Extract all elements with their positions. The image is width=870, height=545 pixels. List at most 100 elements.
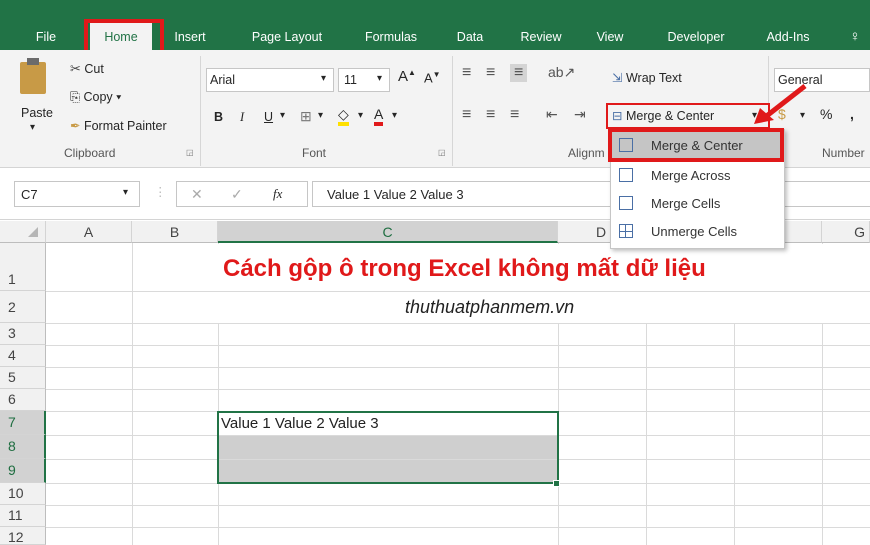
lightbulb-icon[interactable]: ♀ [845, 24, 865, 50]
select-all-corner[interactable] [0, 221, 46, 243]
tab-developer[interactable]: Developer [656, 24, 736, 50]
borders-dropdown-arrow[interactable]: ▾ [318, 110, 323, 121]
borders-icon[interactable]: ⊞ [300, 108, 312, 125]
spreadsheet-grid: A B C D G 1 2 3 4 5 6 7 8 9 10 11 12 Các… [0, 221, 870, 545]
align-right-icon[interactable]: ≡ [510, 106, 519, 124]
formula-bar-handle-icon: ⋮ [154, 185, 167, 199]
orientation-icon[interactable]: ab↗ [548, 64, 575, 81]
paste-icon[interactable] [20, 62, 46, 94]
column-header-c[interactable]: C [218, 221, 558, 243]
insert-function-icon[interactable]: fx [273, 186, 282, 202]
subtitle-cell[interactable]: thuthuatphanmem.vn [133, 292, 870, 323]
copy-label: Copy [83, 90, 113, 104]
format-painter-button[interactable]: ✒ Format Painter [70, 118, 167, 133]
font-color-dropdown-arrow[interactable]: ▾ [392, 110, 397, 121]
align-top-icon[interactable]: ≡ [462, 64, 471, 82]
column-header-a[interactable]: A [46, 221, 132, 243]
row-header-9[interactable]: 9 [0, 459, 46, 483]
tab-data[interactable]: Data [450, 24, 490, 50]
title-cell[interactable]: Cách gộp ô trong Excel không mất dữ liệu [133, 244, 870, 291]
tab-view[interactable]: View [590, 24, 630, 50]
paste-dropdown-arrow[interactable]: ▾ [30, 122, 35, 133]
column-header-b[interactable]: B [132, 221, 218, 243]
decrease-font-size-icon[interactable]: A▼ [424, 70, 441, 85]
gridline [46, 367, 870, 368]
clipboard-group-label: Clipboard [64, 146, 116, 160]
wrap-text-button[interactable]: ⇲ Wrap Text [612, 70, 682, 85]
gridline [46, 505, 870, 506]
align-center-icon[interactable]: ≡ [486, 106, 495, 124]
tab-add-ins[interactable]: Add-Ins [758, 24, 818, 50]
comma-style-button[interactable]: , [850, 106, 854, 122]
tab-insert[interactable]: Insert [170, 24, 210, 50]
menu-item-label: Merge & Center [651, 138, 743, 153]
menu-item-label: Unmerge Cells [651, 224, 737, 239]
fill-color-dropdown-arrow[interactable]: ▾ [358, 110, 363, 121]
wrap-text-icon: ⇲ [612, 71, 623, 85]
alignment-group-label: Alignm [568, 146, 605, 160]
font-launcher-icon[interactable]: ◲ [438, 148, 446, 157]
merge-center-label: Merge & Center [625, 109, 715, 123]
clipboard-clip-icon [27, 58, 39, 65]
formula-input[interactable]: Value 1 Value 2 Value 3 [312, 181, 870, 207]
percent-style-button[interactable]: % [820, 106, 832, 122]
increase-font-size-icon[interactable]: A▲ [398, 68, 416, 85]
cancel-icon[interactable]: ✕ [191, 186, 203, 203]
tab-page-layout[interactable]: Page Layout [240, 24, 334, 50]
paintbrush-icon: ✒ [70, 119, 81, 133]
fill-color-icon[interactable]: ◇ [338, 106, 349, 126]
row-header-10[interactable]: 10 [0, 483, 46, 505]
decrease-indent-icon[interactable]: ⇤ [546, 106, 558, 123]
merge-across-icon [619, 168, 633, 182]
row-header-3[interactable]: 3 [0, 323, 46, 345]
align-middle-icon[interactable]: ≡ [486, 64, 495, 82]
separator [452, 56, 453, 166]
fill-handle[interactable] [553, 480, 560, 487]
align-left-icon[interactable]: ≡ [462, 106, 471, 124]
cut-button[interactable]: ✂ Cut [70, 62, 104, 76]
enter-icon[interactable]: ✓ [231, 186, 243, 203]
align-bottom-icon[interactable]: ≡ [510, 64, 528, 82]
row-header-5[interactable]: 5 [0, 367, 46, 389]
underline-dropdown-arrow[interactable]: ▾ [280, 110, 285, 121]
tab-review[interactable]: Review [515, 24, 567, 50]
menu-item-merge-cells[interactable]: Merge Cells [611, 190, 784, 218]
row-header-4[interactable]: 4 [0, 345, 46, 367]
menu-item-merge-across[interactable]: Merge Across [611, 162, 784, 190]
row-header-12[interactable]: 12 [0, 527, 46, 545]
menu-item-label: Merge Across [651, 168, 731, 183]
column-header-g[interactable]: G [822, 221, 870, 243]
sheet-title: Cách gộp ô trong Excel không mất dữ liệu [223, 255, 706, 282]
row-header-6[interactable]: 6 [0, 389, 46, 411]
copy-button[interactable]: ⎘ Copy ▾ [70, 90, 121, 105]
row-header-2[interactable]: 2 [0, 291, 46, 323]
menu-item-merge-center[interactable]: Merge & Center [611, 132, 784, 160]
number-group-label: Number [822, 146, 865, 160]
menu-item-unmerge-cells[interactable]: Unmerge Cells [611, 218, 784, 246]
row-header-8[interactable]: 8 [0, 435, 46, 459]
name-box[interactable]: C7 ▾ [14, 181, 140, 207]
italic-button[interactable]: I [240, 110, 244, 125]
copy-dropdown-arrow[interactable]: ▾ [116, 90, 121, 104]
increase-indent-icon[interactable]: ⇥ [574, 106, 586, 123]
bold-button[interactable]: B [214, 110, 223, 124]
font-name-select[interactable]: Arial ▾ [206, 68, 334, 92]
formula-buttons: ✕ ✓ fx [176, 181, 308, 207]
row-header-11[interactable]: 11 [0, 505, 46, 527]
paste-button[interactable]: Paste [21, 106, 53, 120]
gridline [46, 527, 870, 528]
clipboard-launcher-icon[interactable]: ◲ [186, 148, 194, 157]
separator [200, 56, 201, 166]
tab-home[interactable]: Home [90, 22, 152, 50]
formula-value: Value 1 Value 2 Value 3 [327, 187, 464, 202]
wrap-text-label: Wrap Text [625, 71, 682, 85]
tab-file[interactable]: File [28, 24, 64, 50]
tab-formulas[interactable]: Formulas [356, 24, 426, 50]
font-color-icon[interactable]: A [374, 106, 384, 126]
gridline [46, 323, 870, 324]
underline-button[interactable]: U [264, 110, 273, 124]
merge-center-button[interactable]: ⊟ Merge & Center [612, 108, 714, 123]
row-header-1[interactable]: 1 [0, 243, 46, 291]
row-header-7[interactable]: 7 [0, 411, 46, 435]
font-size-select[interactable]: 11 ▾ [338, 68, 390, 92]
